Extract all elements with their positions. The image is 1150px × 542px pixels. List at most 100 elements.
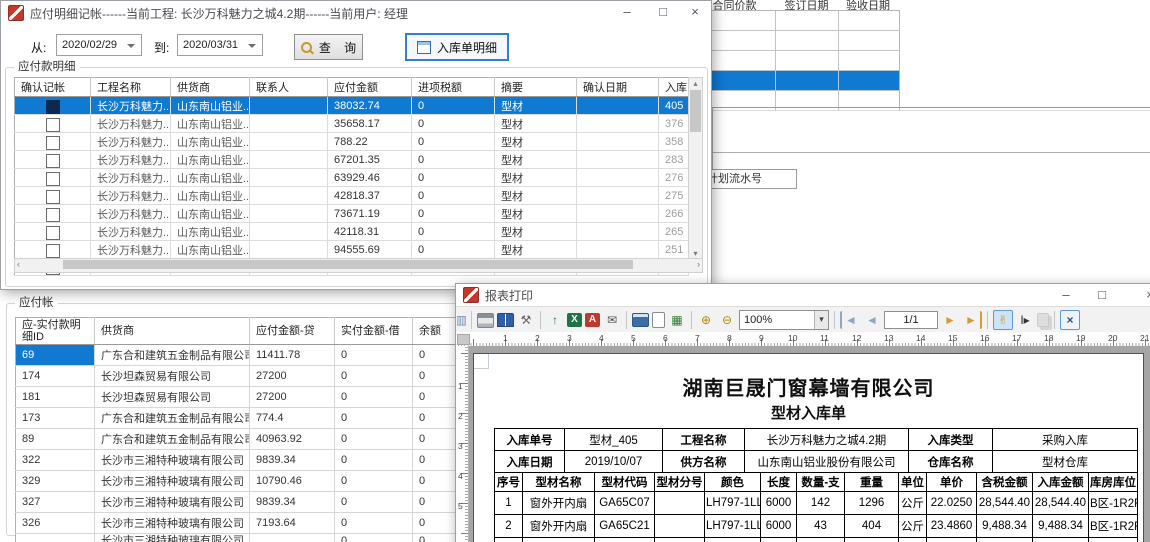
- table-row[interactable]: 长沙万科魅力...山东南山铝业...35658.170型材376: [15, 115, 689, 133]
- to-date-select[interactable]: 2020/03/31: [177, 34, 263, 56]
- page-indicator-input[interactable]: 1/1: [884, 311, 938, 329]
- book-icon[interactable]: [497, 313, 514, 327]
- zoom-in-icon[interactable]: ⊕: [697, 311, 715, 329]
- table-row[interactable]: 长沙万科魅力...山东南山铝业...42818.370型材275: [15, 187, 689, 205]
- print-icon[interactable]: [477, 313, 494, 328]
- ruler-number: 21: [1140, 333, 1149, 343]
- report-toolbar: ▥⚒↑XA✉▦⊕⊖100%▾◄◄1/1►►✌I▸×: [456, 306, 1150, 334]
- confirm-checkbox[interactable]: [46, 136, 60, 150]
- table-cell: 长沙万科魅力...: [91, 169, 171, 187]
- table-cell: 长沙市三湘特种玻璃有限公司: [95, 492, 250, 513]
- confirm-checkbox[interactable]: [46, 226, 60, 240]
- table-row[interactable]: 长沙万科魅力...山东南山铝业...73671.190型材266: [15, 205, 689, 223]
- zoom-out-icon[interactable]: ⊖: [718, 311, 736, 329]
- scroll-right-icon[interactable]: ›: [697, 259, 700, 269]
- text-select-icon[interactable]: I▸: [1016, 311, 1034, 329]
- horizontal-scrollbar[interactable]: ‹ ›: [14, 258, 703, 273]
- prev-page-icon[interactable]: ◄: [863, 311, 881, 329]
- copy-icon[interactable]: [1037, 313, 1049, 327]
- confirm-checkbox[interactable]: [46, 118, 60, 132]
- scroll-up-icon[interactable]: ▴: [689, 79, 702, 88]
- column-header-project[interactable]: 工程名称: [91, 78, 171, 97]
- close-button[interactable]: ×: [1134, 284, 1150, 308]
- table-cell: [250, 115, 328, 133]
- table-row[interactable]: [695, 31, 899, 51]
- column-header-supplier[interactable]: 供货商: [95, 318, 250, 345]
- table-row[interactable]: 327长沙市三湘特种玻璃有限公司9839.3400: [16, 492, 473, 513]
- close-preview-icon[interactable]: ×: [1060, 310, 1080, 330]
- confirm-checkbox[interactable]: [46, 190, 60, 204]
- column-header-debit[interactable]: 实付金额-借: [335, 318, 413, 345]
- maximize-button[interactable]: □: [647, 1, 679, 25]
- table-row[interactable]: [695, 11, 899, 31]
- next-page-icon[interactable]: ►: [941, 311, 959, 329]
- from-date-select[interactable]: 2020/02/29: [56, 34, 142, 56]
- ruler-number: 4: [599, 333, 604, 343]
- table-row[interactable]: 长沙万科魅力...山东南山铝业...788.220型材358: [15, 133, 689, 151]
- table-row[interactable]: 181长沙坦森贸易有限公司2720000: [16, 387, 473, 408]
- table-row[interactable]: 长沙万科魅力...山东南山铝业...94555.690型材251: [15, 241, 689, 259]
- panel-toggle-icon[interactable]: ▥: [457, 311, 466, 329]
- ruler-number: 14: [916, 333, 925, 343]
- first-page-icon[interactable]: ◄: [840, 311, 860, 329]
- excel-icon[interactable]: X: [567, 313, 582, 327]
- pdf-icon[interactable]: A: [585, 313, 600, 327]
- confirm-checkbox[interactable]: [46, 208, 60, 222]
- table-cell: 283: [659, 151, 689, 169]
- scroll-left-icon[interactable]: ‹: [17, 259, 20, 269]
- confirm-checkbox[interactable]: [46, 172, 60, 186]
- column-header-summary[interactable]: 摘要: [495, 78, 577, 97]
- table-row[interactable]: 长沙万科魅力...山东南山铝业...67201.350型材283: [15, 151, 689, 169]
- export-icon[interactable]: ↑: [546, 311, 564, 329]
- table-row[interactable]: 长沙市三湘特种玻璃有限公司00: [16, 534, 473, 542]
- mail-icon[interactable]: ✉: [603, 311, 621, 329]
- column-header-amount[interactable]: 应付金额: [328, 78, 412, 97]
- column-header-confirm-date[interactable]: 确认日期: [577, 78, 659, 97]
- table-row[interactable]: 174长沙坦森贸易有限公司2720000: [16, 366, 473, 387]
- table-row[interactable]: 329长沙市三湘特种玻璃有限公司10790.4600: [16, 471, 473, 492]
- minimize-button[interactable]: –: [1050, 284, 1082, 308]
- grid-icon[interactable]: ▦: [668, 311, 686, 329]
- confirm-checkbox[interactable]: [46, 100, 60, 114]
- confirm-checkbox[interactable]: [46, 154, 60, 168]
- column-header-contact[interactable]: 联系人: [250, 78, 328, 97]
- column-header: 型材分号: [655, 473, 705, 492]
- table-row[interactable]: 326长沙市三湘特种玻璃有限公司7193.6400: [16, 513, 473, 534]
- table-row[interactable]: 长沙万科魅力...山东南山铝业...63929.460型材276: [15, 169, 689, 187]
- column-header-supplier[interactable]: 供货商: [171, 78, 250, 97]
- table-row[interactable]: 173广东合和建筑五金制品有限公司774.400: [16, 408, 473, 429]
- hand-tool-icon[interactable]: ✌: [993, 310, 1013, 330]
- ruler-number: 1: [458, 381, 463, 391]
- page-icon[interactable]: [652, 312, 665, 328]
- scroll-down-icon[interactable]: ▾: [689, 249, 702, 258]
- table-row[interactable]: 长沙万科魅力...山东南山铝业...42118.310型材265: [15, 223, 689, 241]
- tools-icon[interactable]: ⚒: [517, 311, 535, 329]
- scrollbar-thumb[interactable]: [63, 260, 633, 269]
- minimize-button[interactable]: –: [611, 1, 643, 25]
- print-setup-icon[interactable]: [632, 313, 649, 327]
- report-print-window: 报表打印 – □ × ▥⚒↑XA✉▦⊕⊖100%▾◄◄1/1►►✌I▸× 123…: [455, 283, 1150, 542]
- column-header-receipt[interactable]: 入库: [659, 78, 689, 97]
- table-cell: 0: [412, 187, 495, 205]
- confirm-checkbox[interactable]: [46, 244, 60, 258]
- column-header-tax[interactable]: 进项税额: [412, 78, 495, 97]
- table-row[interactable]: 322长沙市三湘特种玻璃有限公司9839.3400: [16, 450, 473, 471]
- close-button[interactable]: ×: [679, 1, 711, 25]
- table-row[interactable]: [695, 51, 899, 71]
- receipt-detail-button[interactable]: 入库单明细: [405, 33, 509, 61]
- table-row[interactable]: 长沙万科魅力...山东南山铝业...38032.740型材405: [15, 97, 689, 115]
- scrollbar-thumb[interactable]: [690, 90, 701, 132]
- chevron-down-icon[interactable]: ▾: [814, 311, 828, 329]
- table-row[interactable]: 89广东合和建筑五金制品有限公司40963.9200: [16, 429, 473, 450]
- query-button[interactable]: 查 询: [294, 34, 363, 60]
- column-header-credit[interactable]: 应付金额-贷: [250, 318, 335, 345]
- column-header-detail-id[interactable]: 应-实付款明细ID: [16, 318, 95, 345]
- maximize-button[interactable]: □: [1086, 284, 1118, 308]
- table-row[interactable]: [695, 71, 899, 91]
- zoom-level-combo[interactable]: 100%▾: [739, 310, 829, 330]
- table-row[interactable]: 69广东合和建筑五金制品有限公司11411.7800: [16, 345, 473, 366]
- vertical-scrollbar[interactable]: ▴ ▾: [688, 77, 703, 260]
- last-page-icon[interactable]: ►: [962, 311, 982, 329]
- column-header-confirm[interactable]: 确认记帐: [15, 78, 91, 97]
- table-cell: [577, 97, 659, 115]
